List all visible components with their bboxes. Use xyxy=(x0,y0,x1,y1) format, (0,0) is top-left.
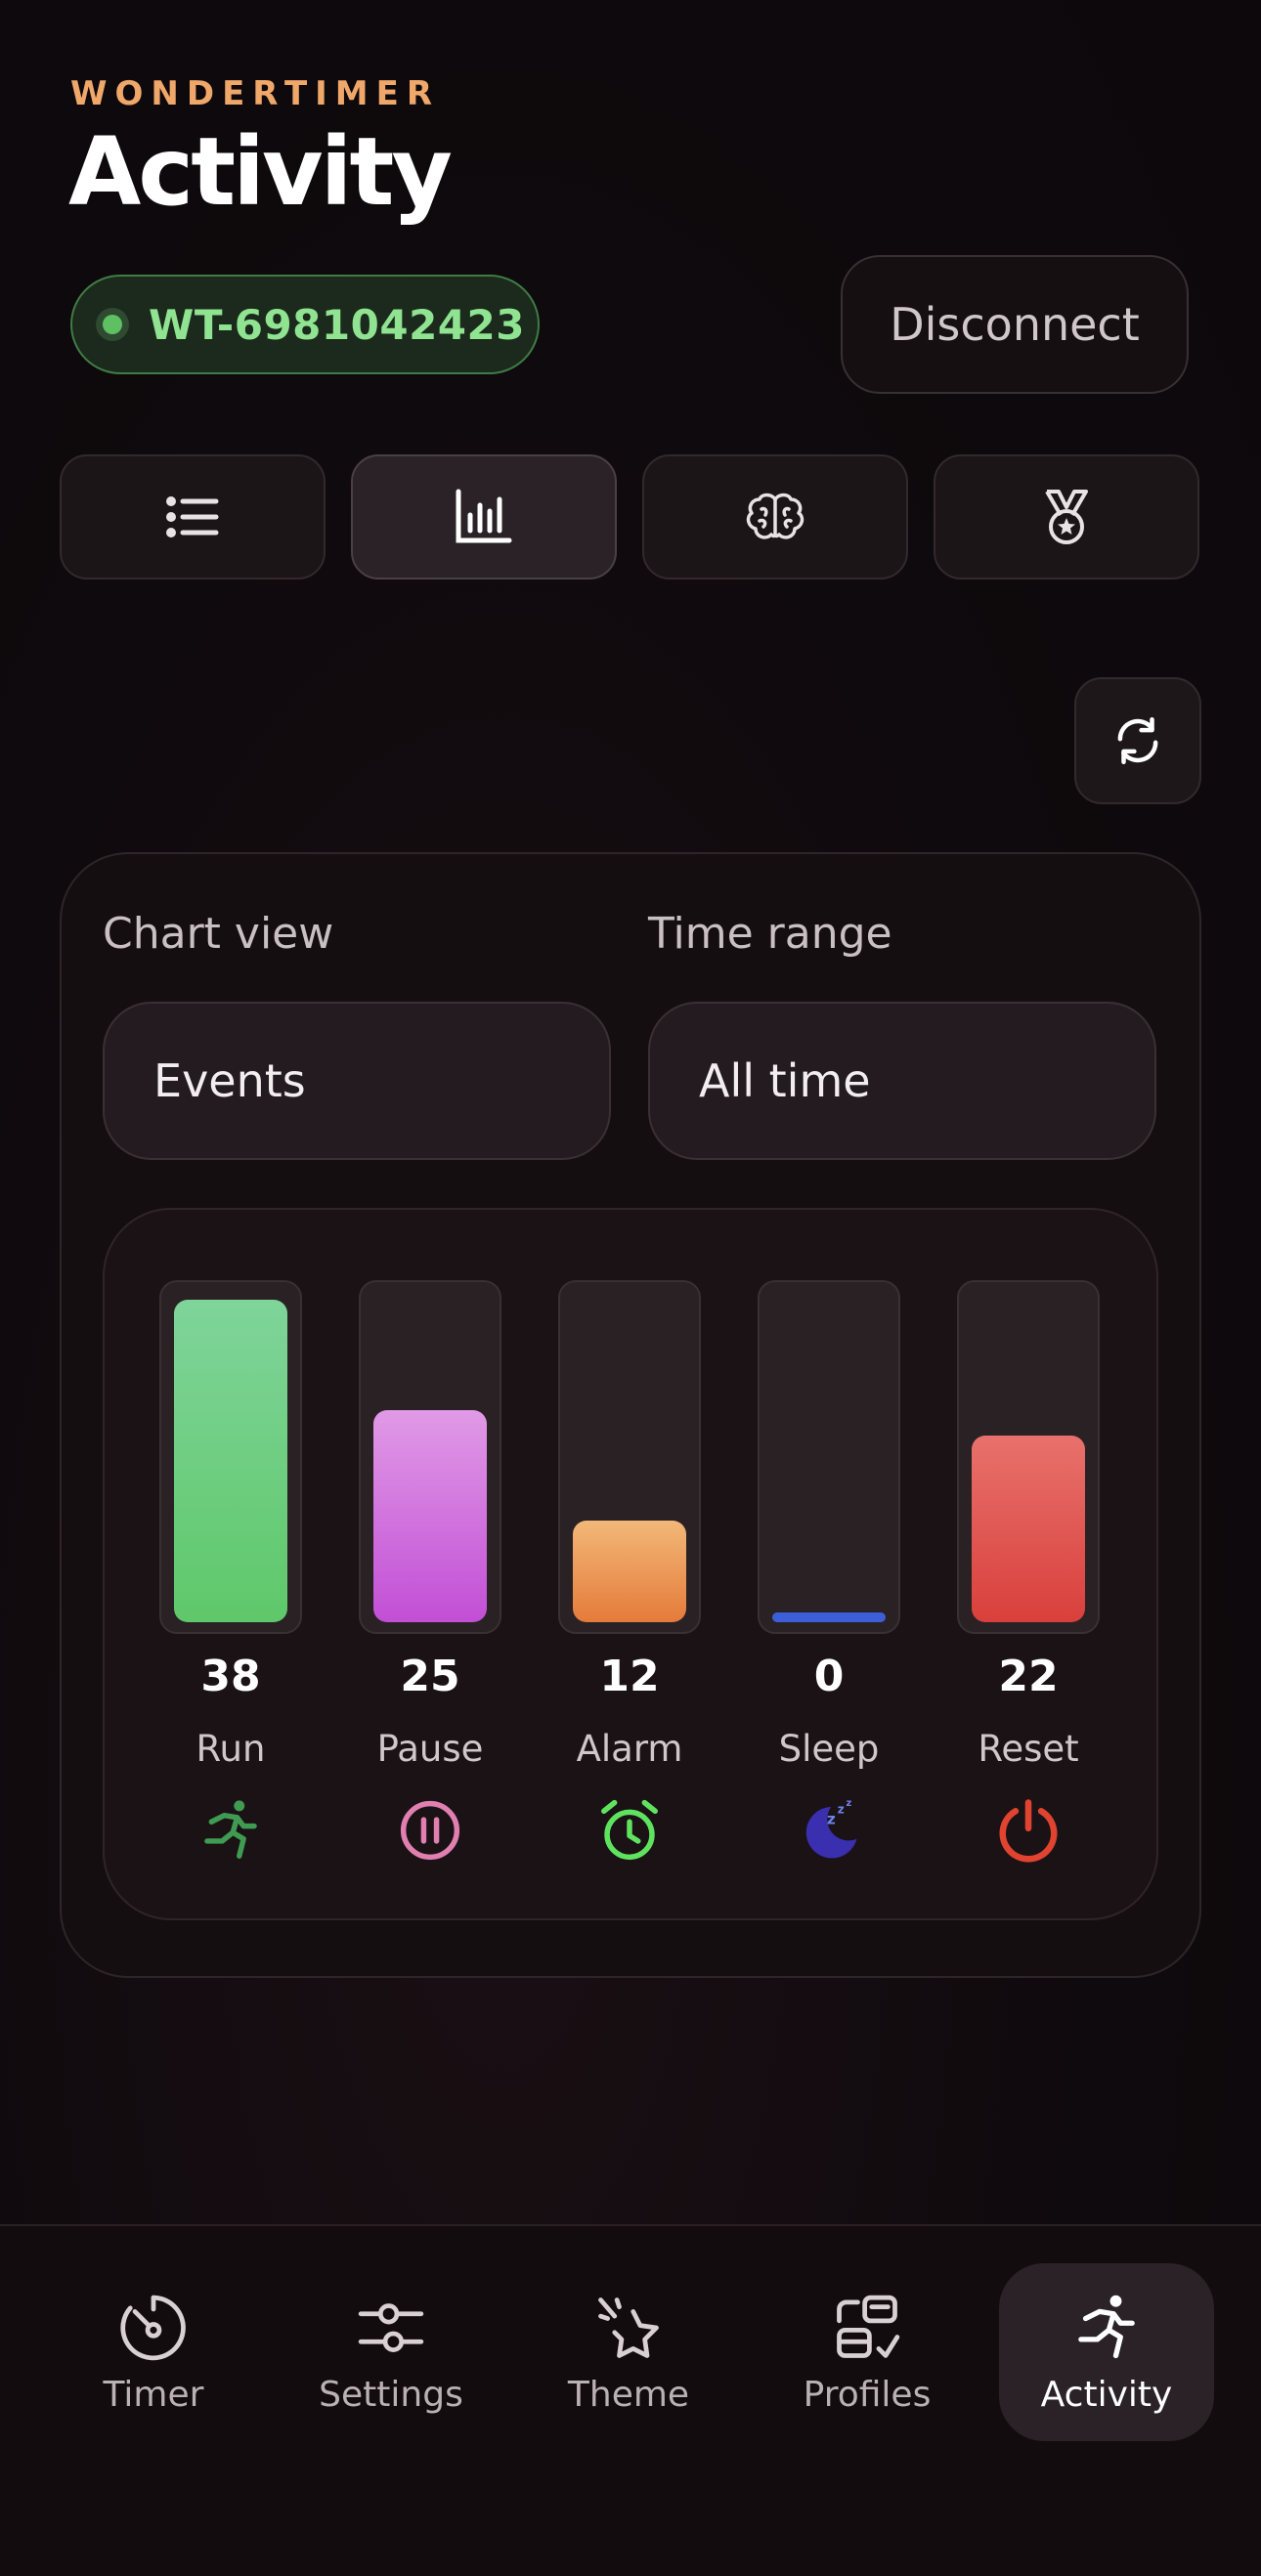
tab-list[interactable] xyxy=(60,454,326,580)
device-status-badge[interactable]: WT-6981042423 xyxy=(70,275,540,374)
connected-dot-icon xyxy=(96,308,129,341)
nav-profiles[interactable]: Profiles xyxy=(760,2263,975,2441)
run-icon xyxy=(196,1796,265,1865)
sliders-icon xyxy=(358,2302,424,2352)
medal-icon xyxy=(1045,490,1088,544)
page-title: Activity xyxy=(68,117,453,227)
bar-run[interactable] xyxy=(174,1300,287,1622)
sleep-icon: zzz xyxy=(795,1796,863,1865)
bar-label-pause: Pause xyxy=(376,1728,484,1770)
list-icon xyxy=(166,496,219,537)
bar-label-run: Run xyxy=(196,1728,266,1770)
nav-label-settings: Settings xyxy=(319,2374,463,2415)
brand-label: WONDERTIMER xyxy=(70,74,441,113)
tab-insights[interactable] xyxy=(642,454,908,580)
bar-pause[interactable] xyxy=(373,1409,487,1622)
chart-view-select[interactable]: Events xyxy=(103,1002,611,1160)
bar-sleep[interactable] xyxy=(772,1612,886,1622)
refresh-icon xyxy=(1117,716,1158,765)
bar-label-alarm: Alarm xyxy=(576,1728,683,1770)
bar-value-sleep: 0 xyxy=(813,1652,845,1701)
bar-label-reset: Reset xyxy=(978,1728,1079,1770)
bar-value-run: 38 xyxy=(200,1652,261,1701)
svg-text:z: z xyxy=(827,1810,836,1827)
bar-value-pause: 25 xyxy=(400,1652,460,1701)
chart-view-label: Chart view xyxy=(103,909,334,959)
bar-track-reset xyxy=(957,1280,1100,1634)
nav-label-profiles: Profiles xyxy=(803,2374,932,2415)
alarm-icon xyxy=(595,1796,664,1865)
tab-achievements[interactable] xyxy=(934,454,1199,580)
time-range-label: Time range xyxy=(648,909,892,959)
theme-icon xyxy=(598,2297,659,2358)
bar-label-sleep: Sleep xyxy=(778,1728,880,1770)
brain-icon xyxy=(746,493,804,539)
nav-label-timer: Timer xyxy=(103,2374,204,2415)
device-id: WT-6981042423 xyxy=(149,300,525,349)
disconnect-button[interactable]: Disconnect xyxy=(841,255,1189,394)
bar-track-pause xyxy=(359,1280,501,1634)
refresh-button[interactable] xyxy=(1074,677,1201,804)
nav-theme[interactable]: Theme xyxy=(521,2263,736,2441)
time-range-select[interactable]: All time xyxy=(648,1002,1156,1160)
nav-timer[interactable]: Timer xyxy=(46,2263,261,2441)
nav-settings[interactable]: Settings xyxy=(283,2263,499,2441)
bar-value-alarm: 12 xyxy=(599,1652,660,1701)
bar-chart-icon xyxy=(456,489,512,543)
bar-track-run xyxy=(159,1280,302,1634)
svg-text:z: z xyxy=(838,1803,845,1817)
nav-label-activity: Activity xyxy=(1040,2374,1173,2415)
nav-label-theme: Theme xyxy=(567,2374,690,2415)
svg-text:z: z xyxy=(847,1798,852,1809)
profiles-icon xyxy=(837,2295,900,2358)
bar-track-alarm xyxy=(558,1280,701,1634)
pause-icon xyxy=(396,1796,464,1865)
bar-value-reset: 22 xyxy=(998,1652,1059,1701)
tab-chart[interactable] xyxy=(351,454,617,580)
run-icon xyxy=(1078,2295,1135,2358)
nav-activity[interactable]: Activity xyxy=(999,2263,1214,2441)
timer-icon xyxy=(120,2295,186,2360)
bar-alarm[interactable] xyxy=(573,1520,686,1622)
bar-reset[interactable] xyxy=(972,1435,1085,1622)
bar-track-sleep xyxy=(758,1280,900,1634)
power-icon xyxy=(994,1796,1063,1865)
